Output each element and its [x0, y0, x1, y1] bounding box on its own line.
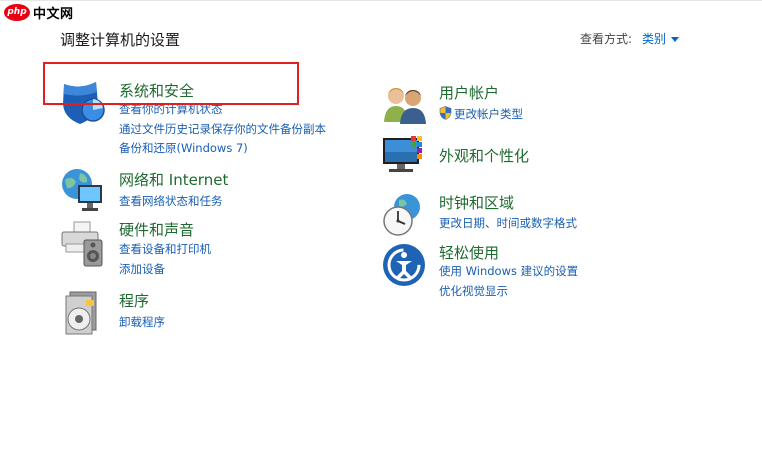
category-ease-of-access[interactable]: 轻松使用	[439, 242, 499, 263]
programs-disc-icon[interactable]	[62, 290, 106, 340]
uac-shield-icon	[439, 106, 452, 120]
clock-globe-icon[interactable]	[381, 192, 427, 242]
network-globe-icon[interactable]	[60, 165, 106, 217]
appearance-monitor-icon[interactable]	[381, 134, 427, 184]
view-by-dropdown[interactable]: 类别	[642, 30, 666, 47]
link-optimize-visual-display[interactable]: 优化视觉显示	[439, 283, 508, 299]
watermark-text: 中文网	[33, 6, 74, 22]
link-add-device[interactable]: 添加设备	[119, 261, 165, 277]
ease-of-access-icon[interactable]	[382, 243, 428, 293]
view-by: 查看方式: 类别	[580, 30, 680, 47]
link-network-status[interactable]: 查看网络状态和任务	[119, 193, 223, 209]
top-border	[0, 0, 762, 1]
link-change-account-type-label: 更改帐户类型	[454, 107, 523, 121]
link-uninstall-program[interactable]: 卸载程序	[119, 314, 165, 330]
link-backup-restore[interactable]: 备份和还原(Windows 7)	[119, 140, 248, 156]
link-windows-suggested-settings[interactable]: 使用 Windows 建议的设置	[439, 263, 578, 279]
link-change-account-type[interactable]: 更改帐户类型	[439, 106, 523, 122]
watermark-logo: php	[4, 3, 30, 21]
link-devices-printers[interactable]: 查看设备和打印机	[119, 241, 211, 257]
view-by-label: 查看方式:	[580, 32, 633, 46]
printer-speaker-icon[interactable]	[60, 220, 106, 272]
page-title: 调整计算机的设置	[60, 31, 181, 49]
link-file-history[interactable]: 通过文件历史记录保存你的文件备份副本	[119, 121, 326, 137]
category-appearance[interactable]: 外观和个性化	[439, 145, 529, 166]
highlight-box	[43, 62, 299, 105]
category-programs[interactable]: 程序	[119, 290, 149, 311]
watermark: php 中文网	[4, 2, 74, 22]
category-hardware-sound[interactable]: 硬件和声音	[119, 219, 194, 240]
user-accounts-icon[interactable]	[382, 82, 428, 130]
link-date-time-format[interactable]: 更改日期、时间或数字格式	[439, 215, 577, 231]
category-user-accounts[interactable]: 用户帐户	[439, 82, 499, 103]
category-network-internet[interactable]: 网络和 Internet	[119, 169, 228, 190]
chevron-down-icon[interactable]	[671, 37, 680, 42]
category-clock-region[interactable]: 时钟和区域	[439, 192, 514, 213]
